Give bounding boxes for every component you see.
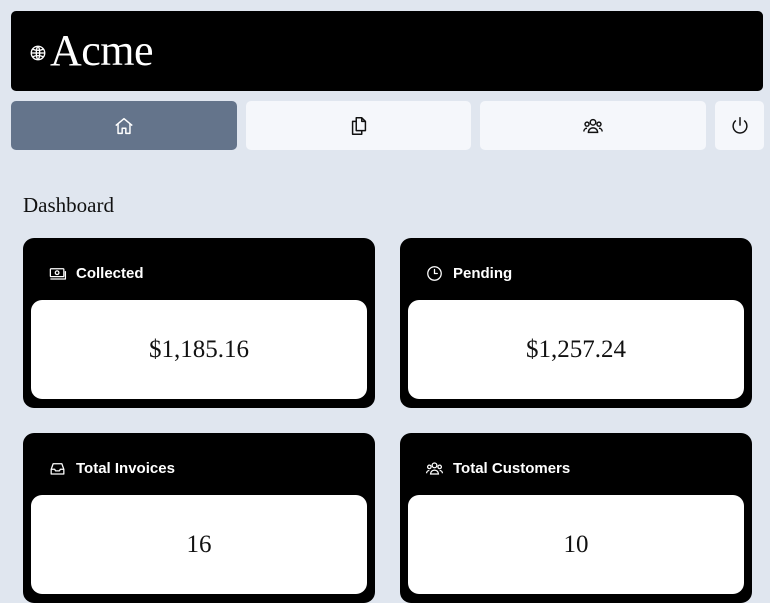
card-label: Pending bbox=[453, 265, 513, 282]
clock-icon bbox=[427, 266, 442, 281]
card-header: Total Customers bbox=[425, 459, 570, 478]
card-label: Total Invoices bbox=[76, 460, 175, 477]
brand-name: Acme bbox=[50, 26, 154, 75]
card-header: Total Invoices bbox=[48, 459, 175, 478]
total-invoices-value: 16 bbox=[31, 495, 367, 594]
nav-sign-out-button[interactable] bbox=[715, 101, 764, 150]
total-invoices-card: Total Invoices 16 bbox=[23, 433, 375, 603]
users-icon bbox=[583, 118, 603, 133]
card-label: Collected bbox=[76, 265, 144, 282]
users-icon bbox=[425, 462, 444, 475]
nav-customers-button[interactable] bbox=[480, 101, 706, 150]
globe-icon bbox=[30, 45, 46, 61]
page-title: Dashboard bbox=[23, 193, 114, 217]
documents-icon bbox=[351, 116, 366, 135]
nav-invoices-button[interactable] bbox=[246, 101, 471, 150]
pending-card: Pending $1,257.24 bbox=[400, 238, 752, 408]
card-label: Total Customers bbox=[453, 460, 571, 477]
home-icon bbox=[115, 117, 133, 134]
collected-card: Collected $1,185.16 bbox=[23, 238, 375, 408]
app-header: Acme bbox=[11, 11, 763, 91]
card-header: Collected bbox=[48, 264, 144, 283]
power-icon bbox=[731, 116, 748, 134]
nav-home-button[interactable] bbox=[11, 101, 237, 150]
card-header: Pending bbox=[425, 264, 512, 283]
inbox-icon bbox=[50, 463, 65, 475]
banknotes-icon bbox=[49, 268, 67, 280]
total-customers-value: 10 bbox=[408, 495, 744, 594]
total-customers-card: Total Customers 10 bbox=[400, 433, 752, 603]
collected-value: $1,185.16 bbox=[31, 300, 367, 399]
pending-value: $1,257.24 bbox=[408, 300, 744, 399]
